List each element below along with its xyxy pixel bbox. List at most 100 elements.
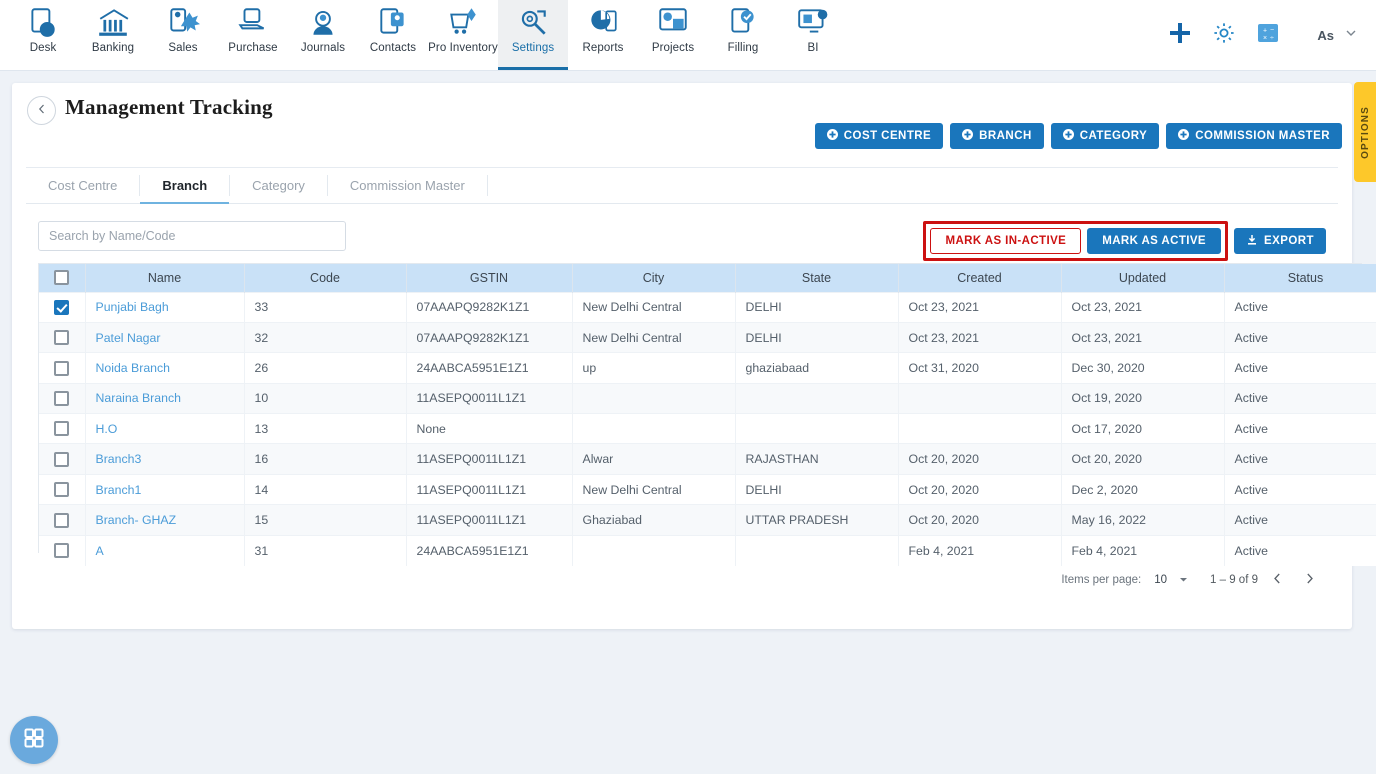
- select-all-header-cell: [39, 264, 86, 292]
- nav-item-projects[interactable]: Projects: [638, 0, 708, 70]
- tab-commission-master[interactable]: Commission Master: [328, 168, 487, 203]
- bi-icon: [796, 5, 830, 39]
- plus-circle-icon: [962, 129, 974, 143]
- back-button[interactable]: [27, 96, 56, 125]
- row-checkbox[interactable]: [54, 512, 70, 528]
- cell-updated: Oct 19, 2020: [1061, 382, 1225, 414]
- cell-city: [572, 534, 736, 566]
- items-per-page-value[interactable]: 10: [1154, 574, 1167, 586]
- nav-item-label: BI: [807, 42, 819, 54]
- select-all-checkbox[interactable]: [54, 270, 70, 286]
- branch-name-link[interactable]: Punjabi Bagh: [96, 300, 169, 314]
- cell-name: Branch1: [85, 473, 245, 505]
- branch-name-link[interactable]: Branch3: [96, 452, 142, 466]
- cell-state: UTTAR PRADESH: [735, 504, 899, 536]
- gear-icon[interactable]: [1211, 20, 1237, 51]
- nav-item-label: Projects: [651, 42, 695, 54]
- nav-item-reports[interactable]: Reports: [568, 0, 638, 70]
- reports-icon: [586, 5, 620, 39]
- cell-created: Oct 20, 2020: [898, 443, 1062, 475]
- svg-text:+: +: [1263, 27, 1267, 34]
- plus-icon[interactable]: [1167, 20, 1193, 51]
- create-branch-button[interactable]: BRANCH: [950, 123, 1044, 149]
- column-header-code: Code: [244, 264, 407, 292]
- nav-item-purchase[interactable]: Purchase: [218, 0, 288, 70]
- table-row: Branch3 16 11ASEPQ0011L1Z1 Alwar RAJASTHAN Oc…: [39, 443, 1376, 475]
- branch-name-link[interactable]: H.O: [96, 422, 118, 436]
- cell-state: [735, 534, 899, 566]
- apps-launcher-button[interactable]: [10, 716, 58, 764]
- create-buttons-group: COST CENTRE BRANCH CATEGORY COMMISSION MAST…: [814, 123, 1342, 149]
- nav-item-sales[interactable]: Sales: [148, 0, 218, 70]
- create-cost-centre-button[interactable]: COST CENTRE: [814, 123, 944, 149]
- branch-name-link[interactable]: Naraina Branch: [96, 391, 181, 405]
- row-checkbox[interactable]: [54, 543, 70, 559]
- cell-city: Alwar: [572, 443, 736, 475]
- row-select-cell: [39, 382, 86, 414]
- cell-status: Active: [1224, 473, 1376, 505]
- page-card: Management Tracking COST CENTRE BRANCH CAT…: [12, 83, 1376, 629]
- tab-category[interactable]: Category: [230, 168, 327, 203]
- create-category-button[interactable]: CATEGORY: [1050, 123, 1160, 149]
- cell-code: 31: [244, 534, 407, 566]
- mark-as-inactive-button[interactable]: MARK AS IN-ACTIVE: [930, 228, 1082, 254]
- row-checkbox[interactable]: [54, 421, 70, 437]
- nav-item-settings[interactable]: Settings: [498, 0, 568, 70]
- export-button[interactable]: EXPORT: [1234, 228, 1326, 254]
- user-menu[interactable]: As: [1317, 26, 1358, 45]
- branch-name-link[interactable]: Noida Branch: [96, 361, 171, 375]
- settings-icon: [516, 5, 550, 39]
- cell-gstin: 11ASEPQ0011L1Z1: [406, 504, 573, 536]
- tab-cost-centre[interactable]: Cost Centre: [26, 168, 139, 203]
- row-select-cell: [39, 504, 86, 536]
- table-row: Branch1 14 11ASEPQ0011L1Z1 New Delhi Centra…: [39, 473, 1376, 505]
- chevron-left-icon: [36, 102, 48, 120]
- cell-code: 33: [244, 291, 407, 323]
- chevron-down-icon: [1344, 26, 1358, 45]
- previous-page-button[interactable]: [1265, 569, 1290, 591]
- mark-as-active-button[interactable]: MARK AS ACTIVE: [1087, 228, 1221, 254]
- items-per-page-dropdown[interactable]: [1178, 574, 1189, 587]
- purchase-icon: [236, 5, 270, 39]
- next-page-button[interactable]: [1297, 569, 1322, 591]
- cell-name: Branch3: [85, 443, 245, 475]
- create-button-label: COMMISSION MASTER: [1195, 130, 1330, 142]
- svg-text:−: −: [1270, 27, 1274, 34]
- search-input[interactable]: [38, 221, 346, 251]
- cell-city: New Delhi Central: [572, 291, 736, 323]
- nav-item-filling[interactable]: Filling: [708, 0, 778, 70]
- cell-state: DELHI: [735, 473, 899, 505]
- top-navigation-bar: Desk Banking Sales Purchase Journals Contacts…: [0, 0, 1376, 71]
- cell-status: Active: [1224, 382, 1376, 414]
- row-checkbox[interactable]: [54, 299, 70, 315]
- nav-item-bi[interactable]: BI: [778, 0, 848, 70]
- table-row: Branch- GHAZ 15 11ASEPQ0011L1Z1 Ghaziabad UT…: [39, 504, 1376, 536]
- nav-item-banking[interactable]: Banking: [78, 0, 148, 70]
- branch-name-link[interactable]: Patel Nagar: [96, 331, 161, 345]
- table-row: Punjabi Bagh 33 07AAAPQ9282K1Z1 New Delhi C…: [39, 291, 1376, 323]
- cell-created: [898, 382, 1062, 414]
- mark-status-highlight-group: MARK AS IN-ACTIVE MARK AS ACTIVE: [923, 221, 1228, 261]
- cell-status: Active: [1224, 321, 1376, 353]
- cell-code: 14: [244, 473, 407, 505]
- options-side-tab[interactable]: OPTIONS: [1354, 82, 1376, 182]
- nav-item-contacts[interactable]: Contacts: [358, 0, 428, 70]
- create-commission-master-button[interactable]: COMMISSION MASTER: [1166, 123, 1342, 149]
- row-checkbox[interactable]: [54, 330, 70, 346]
- row-checkbox[interactable]: [54, 360, 70, 376]
- branch-name-link[interactable]: Branch- GHAZ: [96, 513, 177, 527]
- nav-item-journals[interactable]: Journals: [288, 0, 358, 70]
- branch-name-link[interactable]: A: [96, 544, 104, 558]
- nav-item-desk[interactable]: Desk: [8, 0, 78, 70]
- branch-name-link[interactable]: Branch1: [96, 483, 142, 497]
- row-checkbox[interactable]: [54, 482, 70, 498]
- row-checkbox[interactable]: [54, 451, 70, 467]
- row-checkbox[interactable]: [54, 390, 70, 406]
- tab-branch[interactable]: Branch: [140, 168, 229, 204]
- calculator-icon[interactable]: + − × ÷: [1255, 20, 1281, 51]
- plus-circle-icon: [826, 129, 838, 143]
- nav-item-pro-inventory[interactable]: Pro Inventory: [428, 0, 498, 70]
- cell-updated: Oct 20, 2020: [1061, 443, 1225, 475]
- cell-updated: Oct 23, 2021: [1061, 321, 1225, 353]
- cell-created: Oct 20, 2020: [898, 504, 1062, 536]
